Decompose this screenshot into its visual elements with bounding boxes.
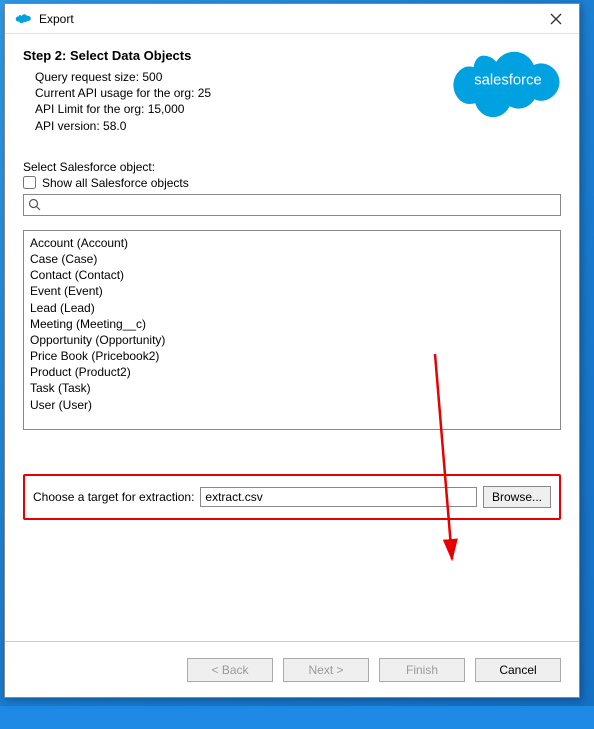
cancel-button[interactable]: Cancel <box>475 658 561 682</box>
back-button[interactable]: < Back <box>187 658 273 682</box>
salesforce-icon <box>15 12 33 26</box>
list-item[interactable]: Contact (Contact) <box>30 267 554 283</box>
list-item[interactable]: Opportunity (Opportunity) <box>30 332 554 348</box>
dialog-content: salesforce Step 2: Select Data Objects Q… <box>5 34 579 641</box>
search-box[interactable] <box>23 194 561 216</box>
show-all-checkbox[interactable] <box>23 176 36 189</box>
titlebar: Export <box>5 4 579 34</box>
list-item[interactable]: Product (Product2) <box>30 364 554 380</box>
window-title: Export <box>39 12 541 26</box>
select-object-label: Select Salesforce object: <box>23 160 561 174</box>
button-bar: < Back Next > Finish Cancel <box>5 641 579 697</box>
search-icon <box>28 198 42 212</box>
browse-button[interactable]: Browse... <box>483 486 551 508</box>
show-all-label: Show all Salesforce objects <box>42 176 189 190</box>
object-listbox[interactable]: Account (Account)Case (Case)Contact (Con… <box>23 230 561 430</box>
list-item[interactable]: Meeting (Meeting__c) <box>30 316 554 332</box>
salesforce-logo-text: salesforce <box>474 72 542 88</box>
list-item[interactable]: Price Book (Pricebook2) <box>30 348 554 364</box>
show-all-row: Show all Salesforce objects <box>23 176 561 190</box>
salesforce-logo: salesforce <box>453 40 563 118</box>
target-row: Choose a target for extraction: Browse..… <box>23 474 561 520</box>
finish-button[interactable]: Finish <box>379 658 465 682</box>
api-version: API version: 58.0 <box>35 118 561 134</box>
list-item[interactable]: Case (Case) <box>30 251 554 267</box>
list-item[interactable]: User (User) <box>30 397 554 413</box>
close-icon <box>550 13 562 25</box>
list-item[interactable]: Event (Event) <box>30 283 554 299</box>
export-dialog: Export salesforce Step 2: Select Data Ob… <box>4 3 580 698</box>
target-label: Choose a target for extraction: <box>33 490 194 504</box>
close-button[interactable] <box>541 7 571 31</box>
target-input[interactable] <box>200 487 477 507</box>
search-input[interactable] <box>42 197 556 213</box>
list-item[interactable]: Lead (Lead) <box>30 300 554 316</box>
list-item[interactable]: Task (Task) <box>30 380 554 396</box>
next-button[interactable]: Next > <box>283 658 369 682</box>
list-item[interactable]: Account (Account) <box>30 235 554 251</box>
